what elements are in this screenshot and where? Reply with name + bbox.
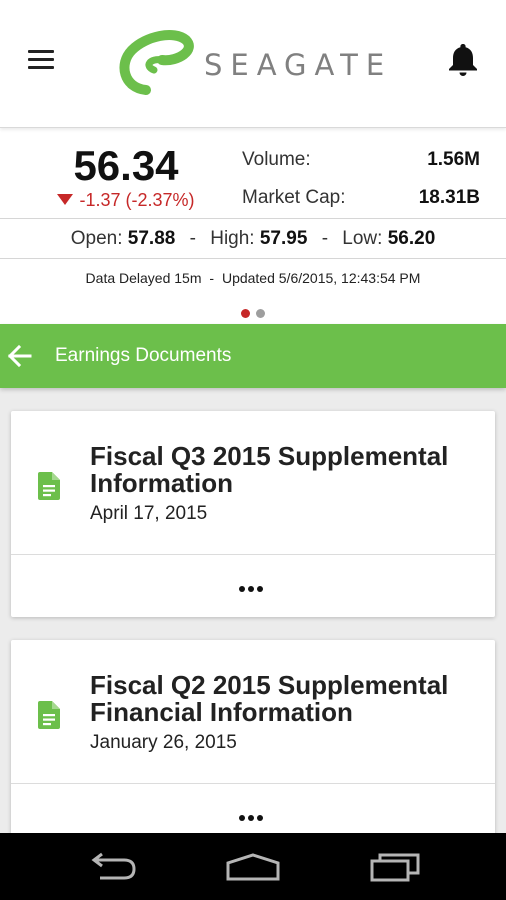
volume-label: Volume: — [242, 149, 311, 170]
bell-icon — [449, 44, 477, 76]
updated-text: Updated 5/6/2015, 12:43:54 PM — [221, 270, 421, 286]
notifications-button[interactable] — [444, 40, 482, 78]
document-date: January 26, 2015 — [90, 732, 237, 753]
hamburger-menu-icon — [28, 50, 54, 53]
delay-separator: - — [209, 270, 215, 286]
open-high-low-row: Open: 57.88 - High: 57.95 - Low: 56.20 — [0, 228, 506, 250]
document-icon — [38, 472, 60, 500]
market-cap-value: 18.31B — [418, 187, 480, 208]
page-dot[interactable] — [256, 309, 266, 318]
nav-home-icon — [226, 853, 280, 881]
low-value: 56.20 — [387, 228, 436, 249]
nav-recents-icon — [370, 853, 420, 882]
separator: - — [321, 228, 329, 249]
volume-value: 1.56M — [427, 149, 480, 170]
more-horizontal-icon — [239, 579, 266, 597]
hamburger-menu-icon-bar — [28, 58, 54, 61]
section-title: Earnings Documents — [55, 345, 232, 366]
document-date: April 17, 2015 — [90, 503, 208, 524]
seagate-swirl-logo-icon — [119, 30, 194, 95]
back-button[interactable] — [4, 340, 36, 372]
document-title: Fiscal Q3 2015 Supplemental Information — [90, 441, 449, 498]
stock-price: 56.34 — [73, 142, 179, 189]
divider — [0, 218, 506, 219]
arrow-left-icon — [7, 344, 32, 368]
market-cap-label: Market Cap: — [242, 187, 346, 208]
document-title: Fiscal Q2 2015 Supplemental Financial In… — [90, 670, 449, 727]
document-card[interactable]: Fiscal Q2 2015 Supplemental Financial In… — [11, 640, 495, 846]
nav-recents-button[interactable] — [366, 847, 426, 887]
hamburger-menu-icon-bar — [28, 66, 54, 69]
divider — [0, 258, 506, 259]
page-dot-active[interactable] — [240, 309, 250, 318]
open-label: Open: — [70, 228, 123, 249]
down-triangle-icon — [57, 194, 74, 205]
more-horizontal-icon — [239, 808, 266, 826]
page-indicator — [0, 305, 506, 323]
nav-home-button[interactable] — [223, 847, 283, 887]
app-header: SEAGATE — [0, 0, 506, 128]
document-icon — [38, 701, 60, 729]
price-change-value: -1.37 (-2.37%) — [79, 190, 195, 210]
stock-quote-panel: 56.34 -1.37 (-2.37%) Volume: 1.56M Marke… — [0, 128, 506, 324]
open-value: 57.88 — [127, 228, 176, 249]
more-options-button[interactable] — [11, 555, 495, 617]
system-navigation-bar — [0, 833, 506, 900]
high-label: High: — [210, 228, 255, 249]
high-value: 57.95 — [259, 228, 308, 249]
delay-text: Data Delayed 15m — [85, 270, 202, 286]
nav-back-icon — [91, 852, 136, 880]
nav-back-button[interactable] — [84, 847, 144, 887]
separator: - — [189, 228, 196, 249]
seagate-logo: SEAGATE — [116, 28, 396, 96]
data-delay-notice: Data Delayed 15m - Updated 5/6/2015, 12:… — [0, 270, 506, 286]
document-card[interactable]: Fiscal Q3 2015 Supplemental Information … — [11, 411, 495, 617]
low-label: Low: — [342, 228, 383, 249]
menu-button[interactable] — [22, 44, 62, 74]
brand-wordmark: SEAGATE — [204, 48, 393, 82]
section-toolbar: Earnings Documents — [0, 324, 506, 388]
price-change: -1.37 (-2.37%) — [0, 190, 252, 211]
